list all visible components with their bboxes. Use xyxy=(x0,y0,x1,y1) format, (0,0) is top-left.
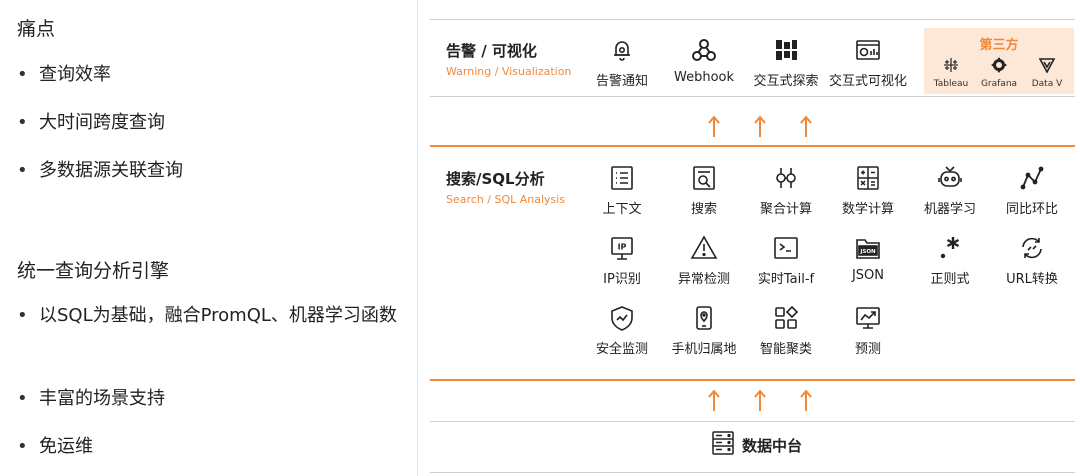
arrow-up-icon xyxy=(708,115,720,137)
security-monitor-item: 安全监测 xyxy=(582,304,662,357)
robot-icon xyxy=(936,164,964,192)
data-platform: 数据中台 xyxy=(710,430,802,460)
json-item: JSON JSON xyxy=(828,234,908,283)
svg-text:JSON: JSON xyxy=(859,249,876,255)
webhook-item: Webhook xyxy=(664,36,744,85)
bell-gear-icon xyxy=(608,36,636,64)
search-item: 搜索 xyxy=(664,164,744,217)
search-doc-icon xyxy=(690,164,718,192)
data-platform-label: 数据中台 xyxy=(742,436,803,455)
list-item: • 大时间跨度查询 xyxy=(17,112,165,133)
ip-icon: IP xyxy=(608,234,636,262)
tableau-icon xyxy=(942,58,960,78)
datav-icon xyxy=(1038,58,1056,78)
dashboard-icon xyxy=(854,36,882,64)
panel-divider xyxy=(417,0,418,476)
arrow-up-icon xyxy=(800,389,812,411)
terminal-icon xyxy=(772,234,800,262)
yoy-mom-item: 同比环比 xyxy=(992,164,1072,217)
divider-line xyxy=(430,96,1075,97)
realtime-tail-item: 实时Tail-f xyxy=(746,234,826,287)
third-party-box: 第三方 Tableau Grafana Data V xyxy=(924,28,1074,94)
calculator-icon xyxy=(854,164,882,192)
list-item: • 以SQL为基础，融合PromQL、机器学习函数 xyxy=(17,305,397,326)
list-item: • 查询效率 xyxy=(17,64,111,85)
machine-learning-item: 机器学习 xyxy=(910,164,990,217)
grafana-icon xyxy=(990,57,1008,78)
list-item: • 免运维 xyxy=(17,436,93,457)
arrow-up-icon xyxy=(800,115,812,137)
divider-line xyxy=(430,19,1075,20)
server-rack-icon xyxy=(710,430,736,460)
phone-location-icon xyxy=(690,304,718,332)
cluster-icon xyxy=(772,304,800,332)
divider-line xyxy=(430,421,1075,422)
alert-section-title: 告警 / 可视化 Warning / Visualization xyxy=(446,42,572,78)
engine-heading: 统一查询分析引擎 xyxy=(17,260,170,282)
chart-monitor-icon xyxy=(854,304,882,332)
regex-item: 正则式 xyxy=(910,234,990,287)
interactive-explore-item: 交互式探索 xyxy=(746,36,826,89)
ip-recognition-item: IP IP识别 xyxy=(582,234,662,287)
aggregate-icon xyxy=(772,164,800,192)
json-folder-icon: JSON xyxy=(854,234,882,262)
list-item: • 多数据源关联查询 xyxy=(17,160,183,181)
pain-points-heading: 痛点 xyxy=(17,18,56,40)
pain-points-panel: 痛点 • 查询效率 • 大时间跨度查询 • 多数据源关联查询 统一查询分析引擎 … xyxy=(0,0,420,476)
list-icon xyxy=(608,164,636,192)
orange-divider-line xyxy=(430,145,1075,147)
shield-icon xyxy=(608,304,636,332)
url-convert-item: URL转换 xyxy=(992,234,1072,287)
architecture-diagram: 告警 / 可视化 Warning / Visualization 告警通知 We… xyxy=(430,0,1080,476)
context-item: 上下文 xyxy=(582,164,662,217)
interactive-visualization-item: 交互式可视化 xyxy=(828,36,908,89)
phone-location-item: 手机归属地 xyxy=(664,304,744,357)
arrow-up-icon xyxy=(708,389,720,411)
arrow-up-icon xyxy=(754,389,766,411)
arrow-up-icon xyxy=(754,115,766,137)
regex-icon xyxy=(936,234,964,262)
columns-icon xyxy=(772,36,800,64)
alert-notify-item: 告警通知 xyxy=(582,36,662,89)
datav-item: Data V xyxy=(1022,56,1072,89)
math-item: 数学计算 xyxy=(828,164,908,217)
webhook-icon xyxy=(690,36,718,64)
aggregation-item: 聚合计算 xyxy=(746,164,826,217)
svg-text:IP: IP xyxy=(618,243,627,252)
warning-icon xyxy=(690,234,718,262)
trend-line-icon xyxy=(1018,164,1046,192)
grafana-item: Grafana xyxy=(974,56,1024,89)
divider-line xyxy=(430,472,1075,473)
tableau-item: Tableau xyxy=(926,56,976,89)
forecast-item: 预测 xyxy=(828,304,908,357)
smart-cluster-item: 智能聚类 xyxy=(746,304,826,357)
orange-divider-line xyxy=(430,379,1075,381)
list-item: • 丰富的场景支持 xyxy=(17,388,165,409)
search-section-title: 搜索/SQL分析 Search / SQL Analysis xyxy=(446,170,566,206)
url-convert-icon xyxy=(1018,234,1046,262)
anomaly-detection-item: 异常检测 xyxy=(664,234,744,287)
